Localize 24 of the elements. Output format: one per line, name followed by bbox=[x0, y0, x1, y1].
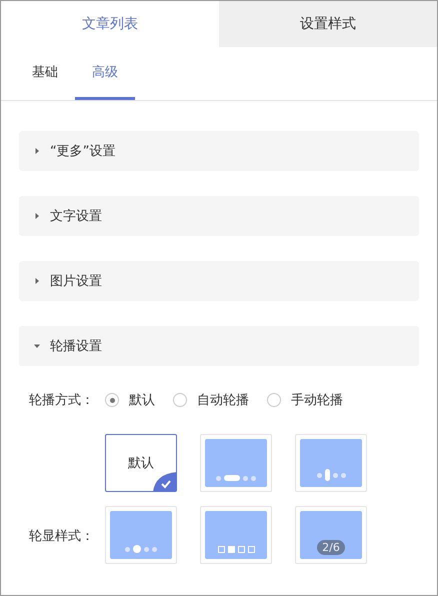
section-header[interactable]: 轮播设置 bbox=[19, 326, 419, 366]
subtab[interactable]: 高级 bbox=[75, 47, 135, 100]
tab[interactable]: 设置样式 bbox=[219, 1, 437, 47]
style-option[interactable]: 2/6 bbox=[295, 506, 367, 564]
section-header[interactable]: “更多”设置 bbox=[19, 131, 419, 171]
subtab[interactable]: 基础 bbox=[15, 47, 75, 100]
radio-option[interactable]: 默认 bbox=[105, 391, 155, 409]
style-option[interactable] bbox=[105, 506, 177, 564]
style-option[interactable] bbox=[295, 434, 367, 492]
radio-option[interactable]: 自动轮播 bbox=[173, 391, 249, 409]
dots-icon bbox=[216, 475, 256, 481]
field-label: 轮显样式： bbox=[29, 529, 94, 544]
squares-icon bbox=[218, 546, 254, 553]
style-option[interactable]: 默认 bbox=[105, 434, 177, 492]
style-option[interactable] bbox=[200, 506, 272, 564]
section-header[interactable]: 文字设置 bbox=[19, 196, 419, 236]
field-label: 轮播方式： bbox=[29, 392, 95, 409]
radio-option[interactable]: 手动轮播 bbox=[267, 391, 343, 409]
style-option[interactable] bbox=[200, 434, 272, 492]
check-badge-icon bbox=[153, 472, 177, 492]
page-counter: 2/6 bbox=[317, 540, 345, 555]
section-header[interactable]: 图片设置 bbox=[19, 261, 419, 301]
dots-icon bbox=[125, 545, 157, 553]
dots-icon bbox=[316, 469, 346, 481]
